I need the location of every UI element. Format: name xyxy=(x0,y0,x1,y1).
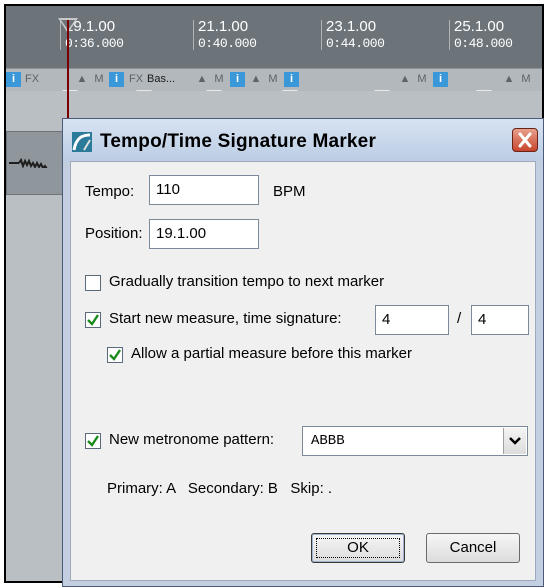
tempo-marker-dialog: Tempo/Time Signature Marker Tempo: 110 B… xyxy=(62,118,544,587)
new-measure-checkbox[interactable] xyxy=(85,312,101,328)
bpm-label: BPM xyxy=(273,183,306,200)
partial-measure-checkbox[interactable] xyxy=(107,347,123,363)
close-button[interactable] xyxy=(512,128,538,152)
track-button-row: i FX ▲ M i FX Bas... ▲ M i ▲ M i ▲ M i ▲… xyxy=(6,68,542,92)
time-sig-slash: / xyxy=(457,310,462,327)
partial-measure-label[interactable]: Allow a partial measure before this mark… xyxy=(131,345,412,362)
position-label: Position: xyxy=(85,225,143,242)
metronome-pattern-checkbox[interactable] xyxy=(85,433,101,449)
checkmark-icon xyxy=(87,435,99,447)
lock-icon[interactable]: ▲ xyxy=(503,72,515,87)
tempo-label: Tempo: xyxy=(85,183,135,200)
ruler-bar-label: 23.1.00 xyxy=(326,18,377,35)
close-icon xyxy=(518,132,532,148)
metronome-legend: Primary: A Secondary: B Skip: . xyxy=(107,480,333,497)
ok-button[interactable]: OK xyxy=(311,533,405,563)
info-button[interactable]: i xyxy=(6,72,21,87)
time-sig-denominator-input[interactable]: 4 xyxy=(471,305,529,335)
timeline-ruler[interactable]: 19.1.00 0:36.000 21.1.00 0:40.000 23.1.0… xyxy=(6,6,542,68)
position-input[interactable]: 19.1.00 xyxy=(149,219,259,249)
lock-icon[interactable]: ▲ xyxy=(196,72,208,87)
dialog-title: Tempo/Time Signature Marker xyxy=(100,131,377,152)
ruler-tick: 23.1.00 0:44.000 xyxy=(326,18,385,51)
ruler-time-label: 0:40.000 xyxy=(198,36,257,51)
ruler-tick-line xyxy=(449,20,450,50)
dialog-title-bar[interactable]: Tempo/Time Signature Marker xyxy=(63,119,543,161)
app-icon xyxy=(72,132,92,152)
gradual-transition-checkbox[interactable] xyxy=(85,275,101,291)
info-button[interactable]: i xyxy=(284,72,299,87)
metronome-pattern-value: ABBB xyxy=(311,433,345,449)
mute-button[interactable]: M xyxy=(266,72,280,87)
lock-icon[interactable]: ▲ xyxy=(399,72,411,87)
tempo-input[interactable]: 110 xyxy=(149,175,259,205)
dropdown-arrow-button[interactable] xyxy=(503,428,526,454)
mute-button[interactable]: M xyxy=(519,72,533,87)
new-measure-label[interactable]: Start new measure, time signature: xyxy=(109,310,342,327)
metronome-pattern-label[interactable]: New metronome pattern: xyxy=(109,431,274,448)
ruler-bar-label: 25.1.00 xyxy=(454,18,505,35)
info-button[interactable]: i xyxy=(230,72,245,87)
ruler-tick-line xyxy=(193,20,194,50)
checkmark-icon xyxy=(87,314,99,326)
metronome-pattern-combo[interactable]: ABBB xyxy=(302,426,528,456)
fx-button[interactable]: FX xyxy=(24,72,40,87)
ruler-time-label: 0:44.000 xyxy=(326,36,385,51)
dialog-body: Tempo: 110 BPM Position: 19.1.00 Gradual… xyxy=(70,161,536,581)
lock-icon[interactable]: ▲ xyxy=(250,72,262,87)
ruler-time-label: 0:36.000 xyxy=(65,36,124,51)
ruler-time-label: 0:48.000 xyxy=(454,36,513,51)
ruler-tick-line xyxy=(321,20,322,50)
ruler-bar-label: 21.1.00 xyxy=(198,18,249,35)
lock-icon[interactable]: ▲ xyxy=(76,72,88,87)
focus-indicator xyxy=(316,538,400,558)
cancel-button-label: Cancel xyxy=(449,539,497,556)
info-button[interactable]: i xyxy=(109,72,124,87)
track-name-label[interactable]: Bas... xyxy=(147,72,191,87)
ruler-tick: 25.1.00 0:48.000 xyxy=(454,18,513,51)
gradual-transition-label[interactable]: Gradually transition tempo to next marke… xyxy=(109,273,384,290)
checkmark-icon xyxy=(109,349,121,361)
info-button[interactable]: i xyxy=(433,72,448,87)
mute-button[interactable]: M xyxy=(415,72,429,87)
mute-button[interactable]: M xyxy=(212,72,226,87)
ruler-tick: 21.1.00 0:40.000 xyxy=(198,18,257,51)
time-sig-numerator-input[interactable]: 4 xyxy=(375,305,449,335)
cancel-button[interactable]: Cancel xyxy=(426,533,520,563)
fx-button[interactable]: FX xyxy=(128,72,144,87)
chevron-down-icon xyxy=(509,437,521,445)
mute-button[interactable]: M xyxy=(92,72,106,87)
